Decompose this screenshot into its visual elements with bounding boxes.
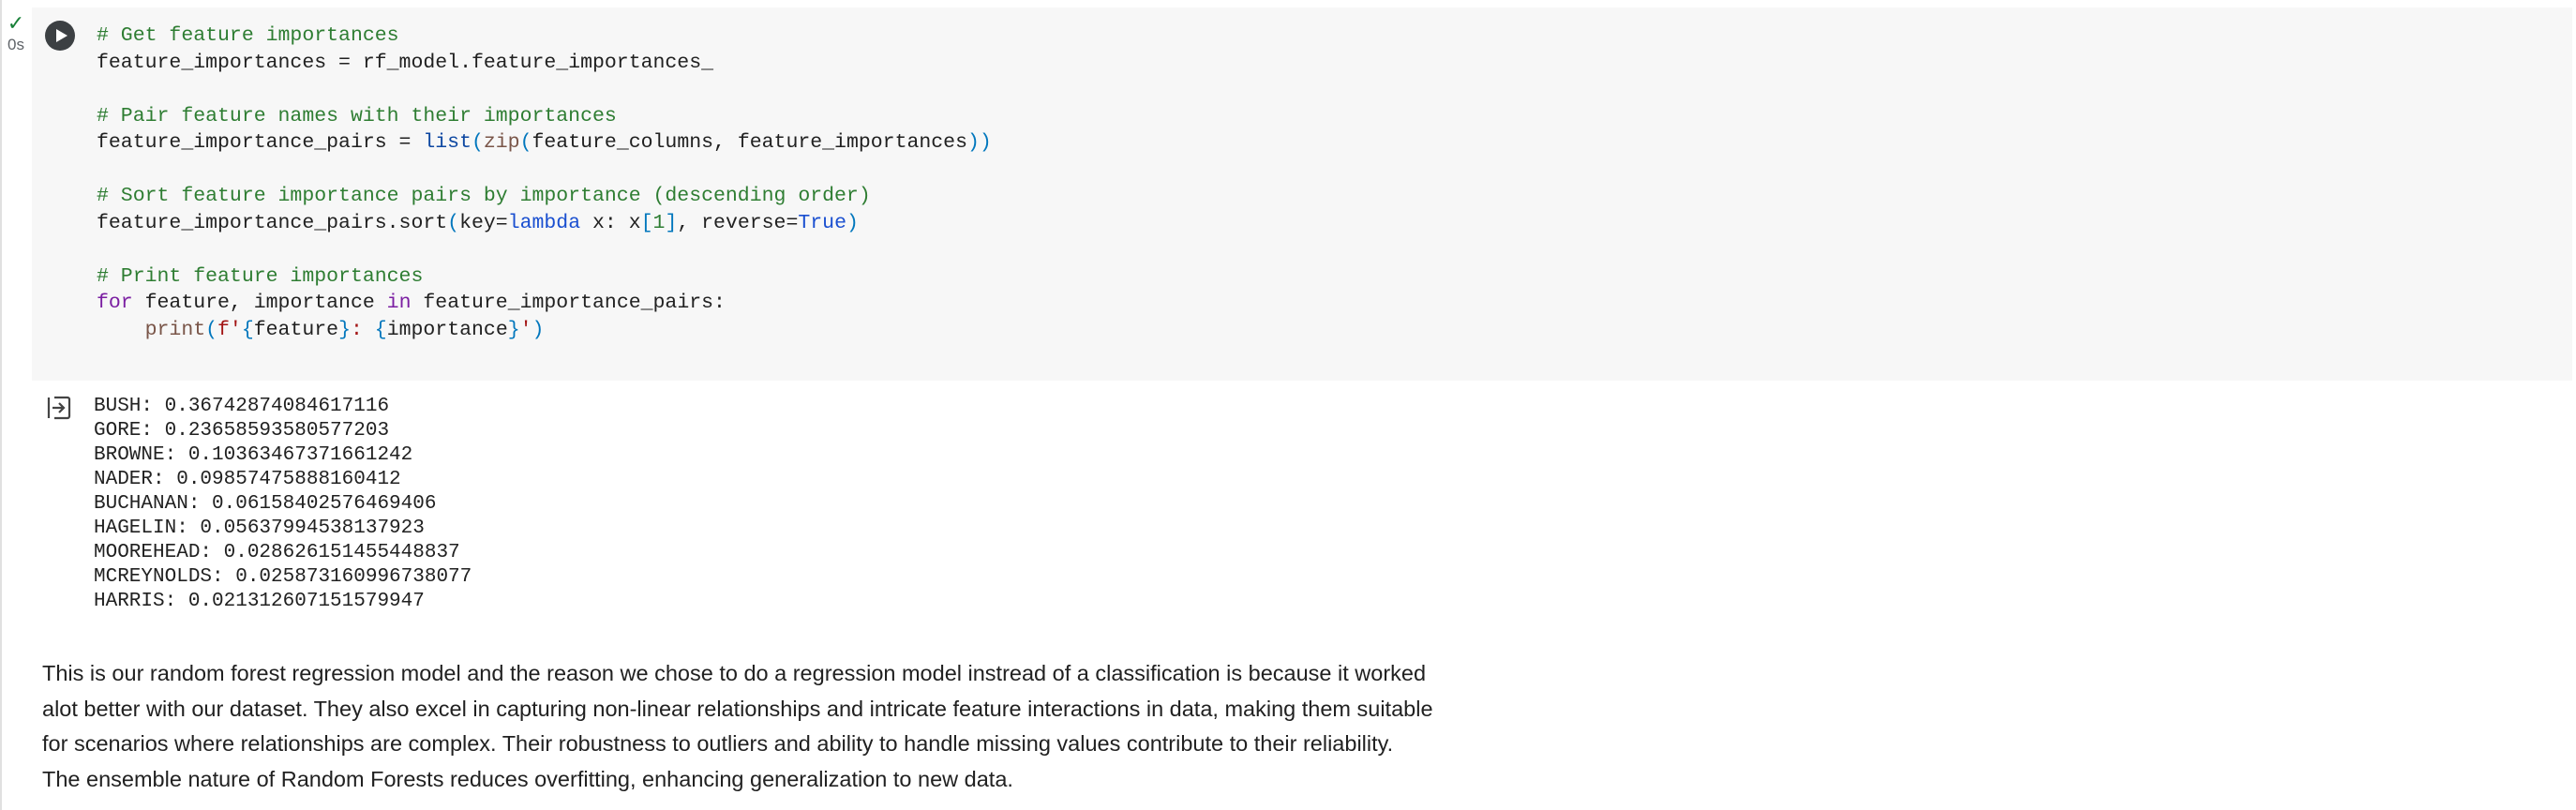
code-token: feature_importance_pairs =: [97, 131, 424, 154]
play-icon: [56, 29, 67, 42]
text-line: for scenarios where relationships are co…: [42, 731, 1394, 756]
code-cell[interactable]: # Get feature importances feature_importa…: [32, 8, 2572, 381]
text-line: alot better with our dataset. They also …: [42, 696, 1433, 721]
output-line: HAGELIN: 0.05637994538137923: [94, 518, 425, 539]
code-token: lambda: [507, 211, 581, 234]
code-token: (: [205, 318, 218, 341]
code-token: list: [423, 131, 472, 154]
code-token: 1: [652, 211, 666, 234]
output-line: MOOREHEAD: 0.028626151455448837: [94, 542, 460, 563]
code-token: in: [386, 292, 412, 314]
code-token: )): [966, 131, 992, 154]
output-line: GORE: 0.23658593580577203: [94, 420, 390, 442]
code-token: }: [338, 318, 351, 341]
code-line: # Print feature importances: [97, 263, 992, 291]
code-token: ): [846, 211, 859, 234]
code-token: , reverse=: [677, 211, 799, 234]
text-cell[interactable]: This is our random forest regression mod…: [42, 656, 1505, 797]
code-token: key=: [459, 211, 508, 234]
code-token: (: [447, 211, 460, 234]
code-line: feature_importance_pairs = list(zip(feat…: [97, 129, 992, 157]
run-cell-button[interactable]: [45, 21, 75, 51]
code-token: [: [640, 211, 653, 234]
code-token: }: [507, 318, 520, 341]
code-token: feature, importance: [132, 292, 387, 314]
cell-output: BUSH: 0.36742874084617116 GORE: 0.2365859…: [94, 395, 472, 614]
code-token: feature_importances = rf_model.feature_i…: [97, 51, 714, 74]
code-token: feature_importance_pairs:: [411, 292, 726, 314]
check-icon: ✓: [7, 11, 25, 35]
code-token: {: [241, 318, 254, 341]
code-token: zip: [483, 131, 520, 154]
code-token: x: x: [580, 211, 641, 234]
code-line: feature_importances = rf_model.feature_i…: [97, 50, 992, 77]
code-token: :: [350, 318, 375, 341]
output-line: BUCHANAN: 0.06158402576469406: [94, 493, 437, 515]
output-redirect-icon[interactable]: [45, 394, 73, 422]
execution-time: 0s: [7, 36, 24, 53]
code-line: # Get feature importances: [97, 22, 992, 50]
output-line: HARRIS: 0.021312607151579947: [94, 591, 425, 612]
code-token: {: [374, 318, 387, 341]
code-editor[interactable]: # Get feature importances feature_importa…: [97, 22, 992, 343]
output-line: BROWNE: 0.10363467371661242: [94, 444, 413, 466]
text-line: The ensemble nature of Random Forests re…: [42, 766, 1013, 791]
output-line: MCREYNOLDS: 0.025873160996738077: [94, 566, 472, 588]
code-token: print: [144, 318, 206, 341]
code-token: f': [217, 318, 242, 341]
code-line: # Pair feature names with their importan…: [97, 103, 992, 130]
code-line: print(f'{feature}: {importance}'): [97, 317, 992, 344]
code-token: importance: [386, 318, 508, 341]
code-token: # Get feature importances: [97, 24, 399, 47]
code-token: feature: [253, 318, 339, 341]
output-line: NADER: 0.09857475888160412: [94, 469, 401, 490]
output-line: BUSH: 0.36742874084617116: [94, 396, 390, 417]
code-token: feature_importance_pairs.sort: [97, 211, 448, 234]
code-token: feature_columns, feature_importances: [532, 131, 967, 154]
code-token: # Print feature importances: [97, 264, 424, 288]
code-token: (: [519, 131, 532, 154]
code-token: # Sort feature importance pairs by impor…: [97, 185, 871, 207]
code-token: ]: [665, 211, 678, 234]
code-token: ): [532, 318, 545, 341]
code-token: (: [471, 131, 484, 154]
cell-focus-bar: [0, 0, 2, 810]
text-line: This is our random forest regression mod…: [42, 661, 1427, 685]
code-token: for: [97, 292, 133, 314]
code-token: True: [798, 211, 846, 234]
code-line: for feature, importance in feature_impor…: [97, 290, 992, 317]
code-line: feature_importance_pairs.sort(key=lambda…: [97, 210, 992, 237]
execution-status: ✓ 0s: [0, 13, 32, 54]
code-line: # Sort feature importance pairs by impor…: [97, 183, 992, 210]
code-token: ': [519, 318, 532, 341]
code-token: # Pair feature names with their importan…: [97, 104, 617, 128]
